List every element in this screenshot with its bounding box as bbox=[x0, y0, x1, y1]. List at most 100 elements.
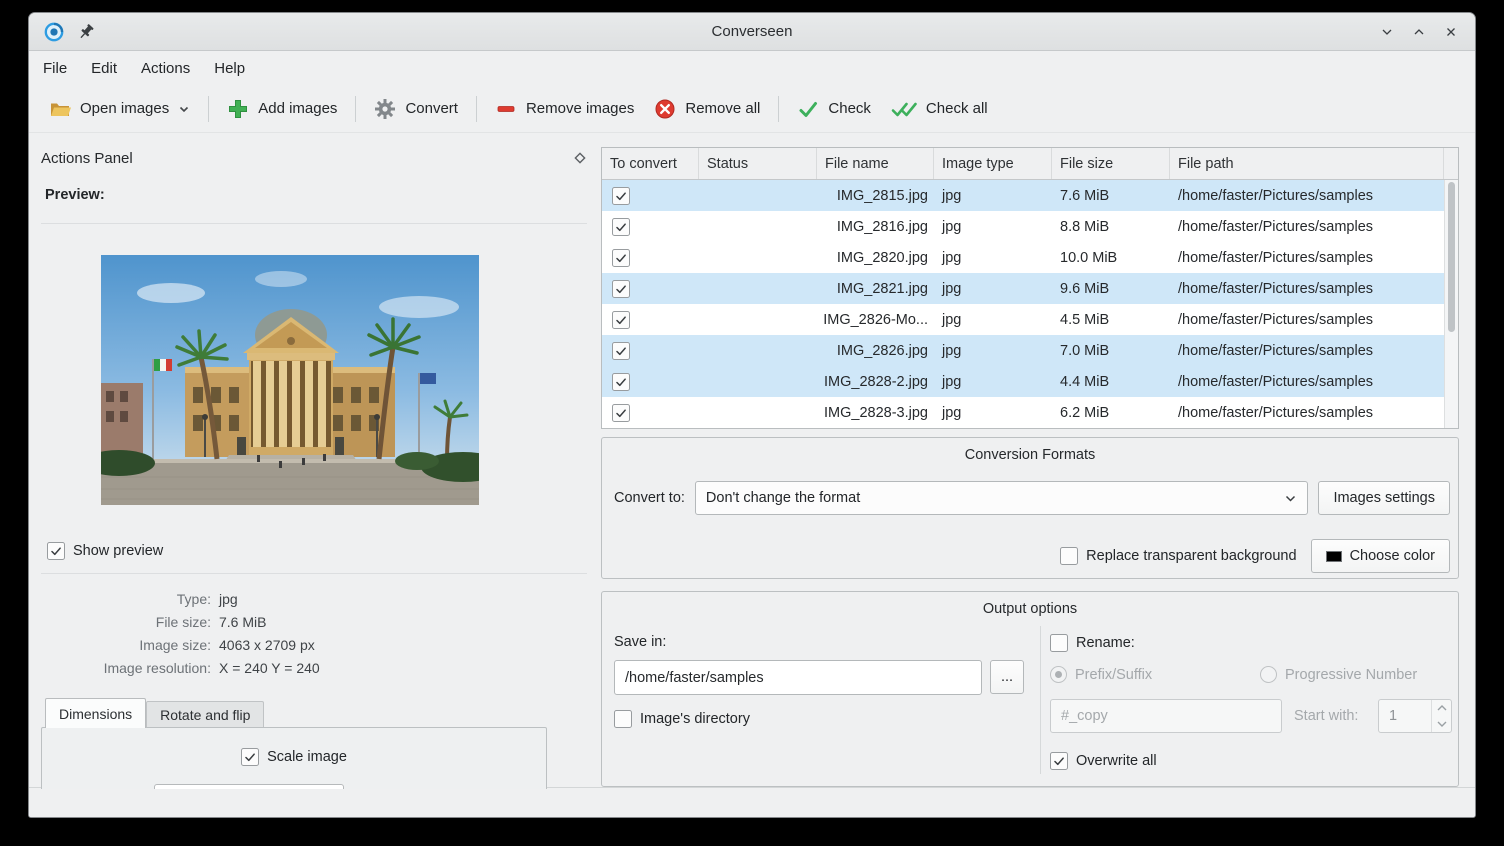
cell-file-path: /home/faster/Pictures/samples bbox=[1170, 397, 1444, 428]
check-mark-icon bbox=[1052, 754, 1066, 768]
info-label: File size: bbox=[45, 614, 211, 630]
format-combobox[interactable]: Don't change the format bbox=[695, 481, 1309, 515]
tab-rotate-and-flip[interactable]: Rotate and flip bbox=[146, 701, 264, 728]
save-path-input[interactable] bbox=[614, 660, 982, 695]
cell-file-size: 7.6 MiB bbox=[1052, 180, 1170, 211]
scrollbar-thumb[interactable] bbox=[1448, 182, 1455, 332]
progressive-number-label: Progressive Number bbox=[1285, 667, 1417, 683]
images-settings-button[interactable]: Images settings bbox=[1318, 481, 1450, 515]
table-row[interactable]: IMG_2826-Mo...jpg4.5 MiB/home/faster/Pic… bbox=[602, 304, 1444, 335]
cell-to-convert bbox=[602, 242, 699, 273]
cell-to-convert bbox=[602, 273, 699, 304]
open-images-button[interactable]: Open images bbox=[39, 90, 200, 128]
remove-minus-icon bbox=[495, 98, 517, 120]
cell-file-size: 8.8 MiB bbox=[1052, 211, 1170, 242]
row-checkbox[interactable] bbox=[612, 373, 630, 391]
column-header-to-convert[interactable]: To convert bbox=[602, 148, 699, 179]
image-info-grid: Type:jpgFile size:7.6 MiBImage size:4063… bbox=[45, 591, 583, 676]
column-header-image-type[interactable]: Image type bbox=[934, 148, 1052, 179]
cell-status bbox=[699, 273, 817, 304]
row-checkbox[interactable] bbox=[612, 311, 630, 329]
overwrite-all-checkbox[interactable] bbox=[1050, 752, 1068, 770]
cell-image-type: jpg bbox=[934, 211, 1052, 242]
tab-dimensions[interactable]: Dimensions bbox=[45, 698, 146, 728]
cell-status bbox=[699, 180, 817, 211]
right-pane: To convertStatusFile nameImage typeFile … bbox=[601, 143, 1459, 789]
info-label: Type: bbox=[45, 591, 211, 607]
separator bbox=[41, 223, 587, 224]
cell-image-type: jpg bbox=[934, 397, 1052, 428]
show-preview-checkbox[interactable] bbox=[47, 542, 65, 560]
spin-buttons bbox=[1431, 700, 1451, 732]
dock-float-icon[interactable] bbox=[573, 151, 587, 165]
row-checkbox[interactable] bbox=[612, 187, 630, 205]
pin-icon[interactable] bbox=[75, 21, 97, 43]
scale-image-checkbox[interactable] bbox=[241, 748, 259, 766]
images-directory-checkbox[interactable] bbox=[614, 710, 632, 728]
row-checkbox[interactable] bbox=[612, 404, 630, 422]
remove-images-button[interactable]: Remove images bbox=[485, 90, 644, 128]
menu-item-edit[interactable]: Edit bbox=[79, 55, 129, 82]
cell-file-path: /home/faster/Pictures/samples bbox=[1170, 273, 1444, 304]
cell-status bbox=[699, 366, 817, 397]
app-window: Converseen FileEditActionsHelp Open imag… bbox=[28, 12, 1476, 818]
cell-file-name: IMG_2828-3.jpg bbox=[817, 397, 934, 428]
images-settings-label: Images settings bbox=[1333, 490, 1435, 506]
minimize-button[interactable] bbox=[1377, 22, 1397, 42]
convert-button[interactable]: Convert bbox=[364, 90, 468, 128]
check-mark-icon bbox=[614, 313, 628, 327]
menu-item-file[interactable]: File bbox=[31, 55, 79, 82]
cell-status bbox=[699, 397, 817, 428]
column-header-status[interactable]: Status bbox=[699, 148, 817, 179]
check-button[interactable]: Check bbox=[787, 90, 881, 128]
table-row[interactable]: IMG_2816.jpgjpg8.8 MiB/home/faster/Pictu… bbox=[602, 211, 1444, 242]
chevron-down-icon bbox=[178, 103, 190, 115]
check-mark-icon bbox=[614, 375, 628, 389]
cell-file-path: /home/faster/Pictures/samples bbox=[1170, 304, 1444, 335]
info-value: 4063 x 2709 px bbox=[219, 637, 583, 653]
menu-item-actions[interactable]: Actions bbox=[129, 55, 202, 82]
file-table-rows: IMG_2815.jpgjpg7.6 MiB/home/faster/Pictu… bbox=[602, 180, 1444, 428]
table-row[interactable]: IMG_2821.jpgjpg9.6 MiB/home/faster/Pictu… bbox=[602, 273, 1444, 304]
rename-label: Rename: bbox=[1076, 635, 1135, 651]
maximize-button[interactable] bbox=[1409, 22, 1429, 42]
vertical-scrollbar[interactable] bbox=[1444, 180, 1458, 428]
table-row[interactable]: IMG_2826.jpgjpg7.0 MiB/home/faster/Pictu… bbox=[602, 335, 1444, 366]
spin-down-icon bbox=[1432, 716, 1451, 732]
info-value: jpg bbox=[219, 591, 583, 607]
column-header-file-name[interactable]: File name bbox=[817, 148, 934, 179]
cell-image-type: jpg bbox=[934, 366, 1052, 397]
open-folder-icon bbox=[49, 98, 71, 120]
check-all-button[interactable]: Check all bbox=[881, 90, 998, 128]
column-header-file-path[interactable]: File path bbox=[1170, 148, 1444, 179]
close-button[interactable] bbox=[1441, 22, 1461, 42]
row-checkbox[interactable] bbox=[612, 280, 630, 298]
window-title: Converseen bbox=[29, 23, 1475, 40]
remove-all-button[interactable]: Remove all bbox=[644, 90, 770, 128]
app-icon[interactable] bbox=[43, 21, 65, 43]
menu-item-help[interactable]: Help bbox=[202, 55, 257, 82]
table-row[interactable]: IMG_2815.jpgjpg7.6 MiB/home/faster/Pictu… bbox=[602, 180, 1444, 211]
row-checkbox[interactable] bbox=[612, 218, 630, 236]
cell-status bbox=[699, 211, 817, 242]
titlebar[interactable]: Converseen bbox=[29, 13, 1475, 51]
combo-chevron-icon bbox=[1284, 492, 1297, 505]
replace-transparent-checkbox[interactable] bbox=[1060, 547, 1078, 565]
row-checkbox[interactable] bbox=[612, 342, 630, 360]
toolbar-separator bbox=[355, 96, 356, 122]
browse-button[interactable]: ... bbox=[990, 660, 1024, 694]
table-row[interactable]: IMG_2828-3.jpgjpg6.2 MiB/home/faster/Pic… bbox=[602, 397, 1444, 428]
choose-color-button[interactable]: Choose color bbox=[1311, 539, 1450, 573]
column-header-file-size[interactable]: File size bbox=[1052, 148, 1170, 179]
show-preview-row: Show preview bbox=[47, 542, 163, 560]
add-images-button[interactable]: Add images bbox=[217, 90, 347, 128]
info-value: X = 240 Y = 240 bbox=[219, 660, 583, 676]
table-row[interactable]: IMG_2820.jpgjpg10.0 MiB/home/faster/Pict… bbox=[602, 242, 1444, 273]
row-checkbox[interactable] bbox=[612, 249, 630, 267]
toolbar: Open images Add images Convert Remove im… bbox=[29, 85, 1475, 133]
table-row[interactable]: IMG_2828-2.jpgjpg4.4 MiB/home/faster/Pic… bbox=[602, 366, 1444, 397]
cell-to-convert bbox=[602, 335, 699, 366]
open-images-label: Open images bbox=[80, 100, 169, 117]
rename-checkbox[interactable] bbox=[1050, 634, 1068, 652]
cell-status bbox=[699, 304, 817, 335]
